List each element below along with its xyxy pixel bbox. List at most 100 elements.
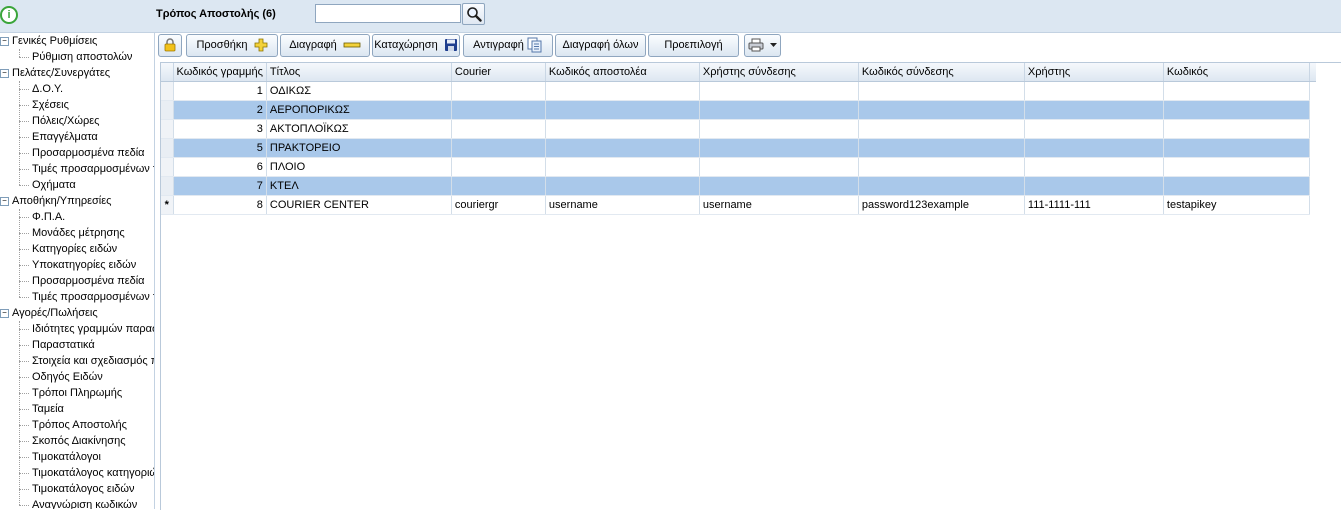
table-cell[interactable] bbox=[1024, 138, 1164, 158]
table-cell[interactable] bbox=[545, 176, 700, 196]
table-cell[interactable] bbox=[1024, 100, 1164, 120]
sidebar-item[interactable]: Οχήματα bbox=[19, 177, 76, 193]
save-button[interactable]: Καταχώρηση bbox=[372, 34, 460, 57]
table-cell[interactable] bbox=[1163, 157, 1310, 177]
sidebar-item[interactable]: Πόλεις/Χώρες bbox=[19, 113, 99, 129]
sidebar-item[interactable]: Κατηγορίες ειδών bbox=[19, 241, 117, 257]
table-cell[interactable] bbox=[545, 81, 700, 101]
copy-button[interactable]: Αντιγραφή bbox=[463, 34, 553, 57]
sidebar-item[interactable]: Τιμές προσαρμοσμένων τ bbox=[19, 161, 154, 177]
table-row[interactable]: 3 ΑΚΤΟΠΛΟΪΚΩΣ bbox=[161, 119, 1316, 139]
add-button[interactable]: Προσθήκη bbox=[186, 34, 278, 57]
table-cell[interactable] bbox=[858, 100, 1025, 120]
sidebar-item[interactable]: Φ.Π.Α. bbox=[19, 209, 65, 225]
table-cell[interactable] bbox=[451, 81, 546, 101]
table-cell[interactable] bbox=[858, 119, 1025, 139]
row-selector[interactable] bbox=[161, 157, 174, 177]
table-cell[interactable]: testapikey bbox=[1163, 195, 1310, 215]
sidebar-item[interactable]: Παραστατικά bbox=[19, 337, 95, 353]
table-cell[interactable]: 2 bbox=[173, 100, 267, 120]
info-icon[interactable]: i bbox=[0, 6, 18, 24]
row-selector[interactable]: * bbox=[161, 195, 174, 215]
sidebar-item[interactable]: Προσαρμοσμένα πεδία bbox=[19, 145, 145, 161]
table-cell[interactable] bbox=[451, 100, 546, 120]
sidebar-item[interactable]: Σχέσεις bbox=[19, 97, 69, 113]
table-cell[interactable] bbox=[1163, 100, 1310, 120]
sidebar-group[interactable]: − Πελάτες/Συνεργάτες bbox=[0, 65, 110, 81]
table-cell[interactable] bbox=[699, 100, 859, 120]
collapse-toggle-icon[interactable]: − bbox=[0, 308, 9, 318]
sidebar-item[interactable]: Τρόπος Αποστολής bbox=[19, 417, 127, 433]
table-cell[interactable] bbox=[545, 138, 700, 158]
column-header[interactable]: Κωδικός bbox=[1163, 63, 1310, 82]
table-cell[interactable] bbox=[451, 157, 546, 177]
table-row[interactable]: 5 ΠΡΑΚΤΟΡΕΙΟ bbox=[161, 138, 1316, 158]
table-cell[interactable]: 3 bbox=[173, 119, 267, 139]
column-header[interactable]: Κωδικός αποστολέα bbox=[545, 63, 700, 82]
sidebar-group[interactable]: − Αγορές/Πωλήσεις bbox=[0, 305, 98, 321]
table-row[interactable]: 2 ΑΕΡΟΠΟΡΙΚΩΣ bbox=[161, 100, 1316, 120]
delete-button[interactable]: Διαγραφή bbox=[280, 34, 370, 57]
table-cell[interactable] bbox=[699, 176, 859, 196]
chevron-down-icon[interactable] bbox=[770, 42, 778, 48]
table-cell[interactable] bbox=[545, 119, 700, 139]
table-cell[interactable]: ΟΔΙΚΩΣ bbox=[266, 81, 452, 101]
table-cell[interactable] bbox=[545, 157, 700, 177]
sidebar-item[interactable]: Δ.Ο.Υ. bbox=[19, 81, 63, 97]
table-cell[interactable] bbox=[1024, 176, 1164, 196]
table-row[interactable]: 6 ΠΛΟΙΟ bbox=[161, 157, 1316, 177]
table-cell[interactable] bbox=[545, 100, 700, 120]
default-button[interactable]: Προεπιλογή bbox=[648, 34, 739, 57]
sidebar-item[interactable]: Επαγγέλματα bbox=[19, 129, 98, 145]
table-cell[interactable] bbox=[451, 176, 546, 196]
table-cell[interactable]: username bbox=[699, 195, 859, 215]
sidebar-group[interactable]: − Γενικές Ρυθμίσεις bbox=[0, 33, 97, 49]
search-input[interactable] bbox=[315, 4, 461, 23]
sidebar-item[interactable]: Στοιχεία και σχεδιασμός π bbox=[19, 353, 154, 369]
table-cell[interactable]: ΑΕΡΟΠΟΡΙΚΩΣ bbox=[266, 100, 452, 120]
row-selector[interactable] bbox=[161, 81, 174, 101]
table-cell[interactable]: ΚΤΕΛ bbox=[266, 176, 452, 196]
table-cell[interactable] bbox=[699, 138, 859, 158]
row-selector[interactable] bbox=[161, 119, 174, 139]
table-cell[interactable] bbox=[699, 81, 859, 101]
sidebar-group[interactable]: − Αποθήκη/Υπηρεσίες bbox=[0, 193, 111, 209]
sidebar-item[interactable]: Τιμοκατάλογος κατηγοριώ bbox=[19, 465, 154, 481]
table-cell[interactable]: 111-1111-111 bbox=[1024, 195, 1164, 215]
sidebar-item[interactable]: Ρύθμιση αποστολών bbox=[19, 49, 132, 65]
sidebar-item[interactable]: Μονάδες μέτρησης bbox=[19, 225, 125, 241]
column-header[interactable]: Χρήστης bbox=[1024, 63, 1164, 82]
row-selector[interactable] bbox=[161, 138, 174, 158]
table-cell[interactable] bbox=[451, 119, 546, 139]
sidebar-item[interactable]: Τιμοκατάλογος ειδών bbox=[19, 481, 134, 497]
sidebar-item[interactable]: Σκοπός Διακίνησης bbox=[19, 433, 126, 449]
collapse-toggle-icon[interactable]: − bbox=[0, 196, 9, 206]
search-button[interactable] bbox=[462, 3, 485, 25]
table-cell[interactable] bbox=[699, 119, 859, 139]
table-row[interactable]: 1 ΟΔΙΚΩΣ bbox=[161, 81, 1316, 101]
column-header[interactable]: Κωδικός σύνδεσης bbox=[858, 63, 1025, 82]
sidebar-item[interactable]: Τιμοκατάλογοι bbox=[19, 449, 101, 465]
column-header[interactable]: Courier bbox=[451, 63, 546, 82]
sidebar-item[interactable]: Τιμές προσαρμοσμένων τ bbox=[19, 289, 154, 305]
table-cell[interactable]: ΑΚΤΟΠΛΟΪΚΩΣ bbox=[266, 119, 452, 139]
table-cell[interactable] bbox=[1163, 119, 1310, 139]
sidebar-item[interactable]: Ιδιότητες γραμμών παρασ bbox=[19, 321, 154, 337]
table-cell[interactable]: ΠΡΑΚΤΟΡΕΙΟ bbox=[266, 138, 452, 158]
table-cell[interactable] bbox=[858, 157, 1025, 177]
table-cell[interactable]: couriergr bbox=[451, 195, 546, 215]
sidebar-item[interactable]: Ταμεία bbox=[19, 401, 64, 417]
table-cell[interactable] bbox=[451, 138, 546, 158]
table-cell[interactable] bbox=[1163, 138, 1310, 158]
row-selector[interactable] bbox=[161, 176, 174, 196]
column-header[interactable]: Τίτλος bbox=[266, 63, 452, 82]
lock-button[interactable] bbox=[158, 34, 182, 57]
table-cell[interactable] bbox=[858, 138, 1025, 158]
sidebar-item[interactable]: Υποκατηγορίες ειδών bbox=[19, 257, 136, 273]
table-cell[interactable] bbox=[1024, 119, 1164, 139]
sidebar-item[interactable]: Τρόποι Πληρωμής bbox=[19, 385, 122, 401]
table-cell[interactable] bbox=[1163, 81, 1310, 101]
table-cell[interactable]: 6 bbox=[173, 157, 267, 177]
table-cell[interactable] bbox=[1163, 176, 1310, 196]
collapse-toggle-icon[interactable]: − bbox=[0, 36, 9, 46]
